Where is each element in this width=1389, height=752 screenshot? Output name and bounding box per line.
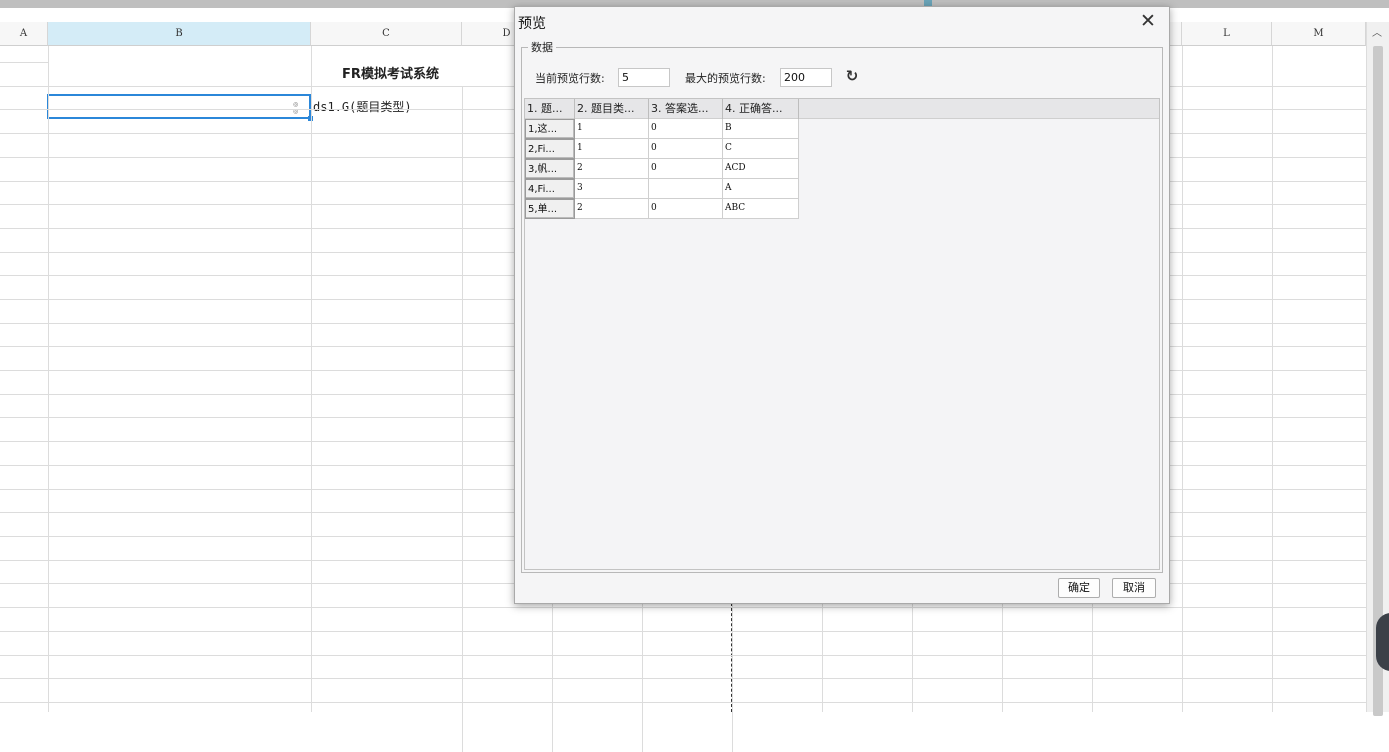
table-cell[interactable]: ABC [723, 199, 799, 219]
grid-row-line [0, 631, 1366, 632]
table-cell[interactable]: 2 [575, 159, 649, 179]
table-cell[interactable]: 0 [649, 139, 723, 159]
table-header-2[interactable]: 2. 题目类... [575, 99, 649, 119]
selected-cell-b2[interactable]: ◎ ◎ [47, 94, 313, 121]
grid-row-line [0, 62, 48, 63]
table-cell[interactable] [649, 179, 723, 199]
group-label: 数据 [528, 39, 556, 55]
cell-expand-icon: ◎ ◎ [293, 101, 299, 115]
grid-row-line [0, 702, 1366, 703]
max-rows-label: 最大的预览行数: [685, 72, 766, 85]
row-header-cell[interactable]: 5,单... [525, 199, 575, 219]
grid-row-line [0, 655, 1366, 656]
refresh-icon[interactable]: ↻ [842, 66, 862, 86]
grid-column-line [1366, 46, 1367, 712]
table-cell[interactable]: 3 [575, 179, 649, 199]
floating-assistant-button[interactable] [1376, 613, 1389, 671]
cancel-button[interactable]: 取消 [1112, 578, 1156, 598]
table-cell[interactable]: 2 [575, 199, 649, 219]
row-header-cell[interactable]: 1,这... [525, 119, 575, 139]
table-cell[interactable]: 0 [649, 159, 723, 179]
preview-table[interactable]: 1. 题... 2. 题目类... 3. 答案选... 4. 正确答... 1,… [524, 98, 1160, 570]
table-cell[interactable]: 1 [575, 119, 649, 139]
column-header-m[interactable]: M [1272, 22, 1366, 46]
column-header-l[interactable]: L [1182, 22, 1272, 46]
row-header-cell[interactable]: 2,Fi... [525, 139, 575, 159]
grid-column-line [311, 46, 312, 712]
table-cell[interactable]: 0 [649, 199, 723, 219]
grid-column-line [462, 86, 463, 752]
grid-column-line [1182, 46, 1183, 712]
current-rows-label: 当前预览行数: [535, 72, 605, 85]
dialog-title: 预览 [518, 16, 546, 32]
row-header-cell[interactable]: 3,帆... [525, 159, 575, 179]
table-cell[interactable]: B [723, 119, 799, 139]
current-rows-input[interactable]: 5 [618, 68, 670, 87]
table-cell[interactable]: ACD [723, 159, 799, 179]
column-header-c[interactable]: C [311, 22, 462, 46]
dataset-field-cell[interactable]: ds1.G(题目类型) [313, 98, 412, 115]
grid-row-line [0, 678, 1366, 679]
grid-column-line [1272, 46, 1273, 712]
table-cell[interactable]: C [723, 139, 799, 159]
table-header-4[interactable]: 4. 正确答... [723, 99, 799, 119]
table-header-1[interactable]: 1. 题... [525, 99, 575, 119]
data-group: 数据 当前预览行数: 5 最大的预览行数: 200 ↻ 1. 题... 2. 题… [521, 39, 1163, 573]
table-cell[interactable]: A [723, 179, 799, 199]
table-cell[interactable]: 0 [649, 119, 723, 139]
table-header-row: 1. 题... 2. 题目类... 3. 答案选... 4. 正确答... [525, 99, 1159, 119]
close-icon[interactable]: ✕ [1137, 11, 1159, 33]
table-cell[interactable]: 1 [575, 139, 649, 159]
table-header-3[interactable]: 3. 答案选... [649, 99, 723, 119]
grid-row-line [0, 607, 1366, 608]
chevron-up-icon[interactable]: ︿ [1372, 24, 1382, 39]
column-header-a[interactable]: A [0, 22, 48, 46]
ok-button[interactable]: 确定 [1058, 578, 1100, 598]
column-header-b[interactable]: B [48, 22, 311, 46]
grid-column-line [48, 46, 49, 712]
max-rows-input[interactable]: 200 [780, 68, 832, 87]
preview-dialog: 预览 ✕ 数据 当前预览行数: 5 最大的预览行数: 200 ↻ 1. 题...… [514, 6, 1170, 604]
vertical-scrollbar[interactable]: ︿ [1366, 22, 1389, 716]
row-header-cell[interactable]: 4,Fi... [525, 179, 575, 199]
